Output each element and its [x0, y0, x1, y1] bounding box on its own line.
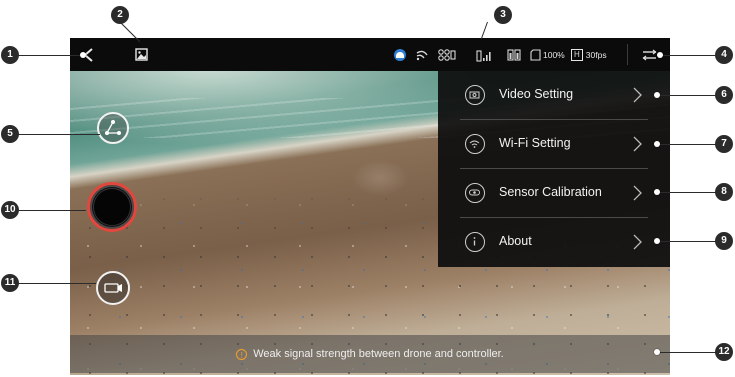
callout-12: 12	[715, 343, 733, 361]
callout-line	[660, 241, 717, 242]
settings-menu: Video Setting Wi-Fi Setting Sensor Calib…	[438, 71, 670, 267]
video-mode-icon	[104, 283, 122, 293]
chevron-right-icon	[633, 185, 642, 201]
callout-dot	[657, 52, 663, 58]
callout-7: 7	[715, 135, 733, 153]
callout-line	[18, 283, 96, 284]
framerate-label: 30fps	[585, 49, 607, 60]
signal-indicator	[416, 38, 428, 71]
callout-line	[660, 55, 717, 56]
info-icon	[465, 232, 485, 252]
wifi-signal-icon	[416, 50, 428, 60]
drone-icon	[438, 48, 456, 61]
callout-dot	[654, 141, 660, 147]
menu-item-label: Wi-Fi Setting	[499, 136, 571, 150]
resolution-indicator: H 30fps	[571, 38, 607, 71]
callout-line	[660, 192, 717, 193]
callout-8: 8	[715, 183, 733, 201]
warning-notice: ! Weak signal strength between drone and…	[70, 335, 670, 373]
menu-item-label: Sensor Calibration	[499, 185, 602, 199]
callout-5: 5	[1, 125, 19, 143]
sliders-icon	[642, 49, 657, 60]
callout-dot	[654, 189, 660, 195]
resolution-badge: H	[571, 48, 583, 61]
controller-signal-indicator	[476, 38, 492, 71]
callout-line	[660, 352, 717, 353]
chevron-right-icon	[633, 136, 642, 152]
callout-dot	[654, 349, 660, 355]
warning-icon: !	[236, 348, 248, 360]
chevron-right-icon	[633, 234, 642, 250]
controller-signal-icon	[476, 49, 491, 62]
mode-switch-button[interactable]	[96, 271, 130, 305]
drone-battery-indicator	[507, 38, 521, 71]
sd-card-icon	[530, 48, 541, 61]
battery-percent: 100%	[543, 49, 565, 60]
callout-1: 1	[1, 46, 19, 64]
menu-item-video-setting[interactable]: Video Setting	[438, 71, 670, 119]
waypoint-icon	[105, 120, 121, 135]
drone-status-indicator	[438, 38, 456, 71]
callout-10: 10	[1, 201, 19, 219]
callout-line	[18, 55, 86, 56]
menu-item-about[interactable]: About	[438, 218, 670, 266]
topbar-divider	[627, 44, 628, 65]
callout-line	[480, 21, 488, 40]
callout-line	[119, 21, 141, 43]
menu-item-label: Video Setting	[499, 87, 574, 101]
menu-item-sensor-calibration[interactable]: Sensor Calibration	[438, 169, 670, 217]
shutter-button[interactable]	[87, 182, 137, 232]
callout-6: 6	[715, 86, 733, 104]
route-planning-button[interactable]	[97, 112, 129, 144]
callout-9: 9	[715, 232, 733, 250]
storage-indicator: 100%	[530, 38, 565, 71]
top-bar: 100% H 30fps	[70, 38, 670, 71]
callout-4: 4	[715, 46, 733, 64]
sensor-icon	[465, 183, 485, 203]
gallery-icon	[135, 48, 148, 61]
shutter-core	[93, 188, 131, 226]
battery-pair-icon	[507, 49, 521, 61]
headless-mode-indicator	[393, 38, 407, 71]
callout-dot	[80, 52, 86, 58]
menu-item-wifi-setting[interactable]: Wi-Fi Setting	[438, 120, 670, 168]
camera-screen: 100% H 30fps Video Setting Wi-Fi Setting…	[70, 38, 670, 375]
callout-line	[660, 95, 717, 96]
callout-line	[18, 210, 86, 211]
camera-icon	[465, 85, 485, 105]
helmet-icon	[394, 48, 406, 61]
menu-item-label: About	[499, 234, 532, 248]
callout-dot	[654, 238, 660, 244]
callout-line	[18, 134, 100, 135]
chevron-right-icon	[633, 87, 642, 103]
callout-3: 3	[494, 6, 512, 24]
wifi-icon	[465, 134, 485, 154]
warning-text: Weak signal strength between drone and c…	[253, 348, 504, 360]
settings-menu-button[interactable]	[642, 38, 657, 71]
callout-line	[660, 144, 717, 145]
callout-11: 11	[1, 274, 19, 292]
callout-dot	[654, 92, 660, 98]
